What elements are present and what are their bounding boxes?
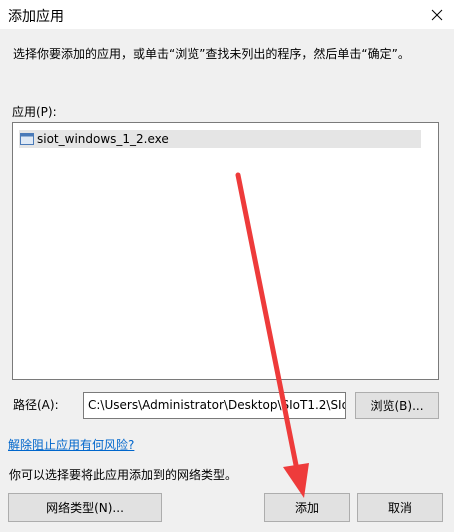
close-icon <box>431 9 443 21</box>
path-input[interactable]: C:\Users\Administrator\Desktop\SIoT1.2\S… <box>83 392 346 419</box>
list-item[interactable]: siot_windows_1_2.exe <box>19 130 421 148</box>
risk-help-link[interactable]: 解除阻止应用有何风险? <box>8 436 134 453</box>
apps-listbox[interactable]: siot_windows_1_2.exe <box>12 122 439 380</box>
exe-file-icon <box>20 132 34 146</box>
list-item-label: siot_windows_1_2.exe <box>37 132 169 146</box>
close-button[interactable] <box>420 0 454 30</box>
window-title: 添加应用 <box>8 9 64 25</box>
browse-button[interactable]: 浏览(B)... <box>355 392 439 419</box>
network-types-button[interactable]: 网络类型(N)... <box>8 493 162 522</box>
path-label: 路径(A): <box>13 398 59 412</box>
network-description: 你可以选择要将此应用添加到的网络类型。 <box>9 468 238 482</box>
add-button[interactable]: 添加 <box>264 493 350 522</box>
instruction-text: 选择你要添加的应用，或单击“浏览”查找未列出的程序，然后单击“确定”。 <box>13 47 410 61</box>
title-bar: 添加应用 <box>0 0 454 30</box>
apps-list-label: 应用(P): <box>12 105 57 119</box>
cancel-button[interactable]: 取消 <box>357 493 443 522</box>
